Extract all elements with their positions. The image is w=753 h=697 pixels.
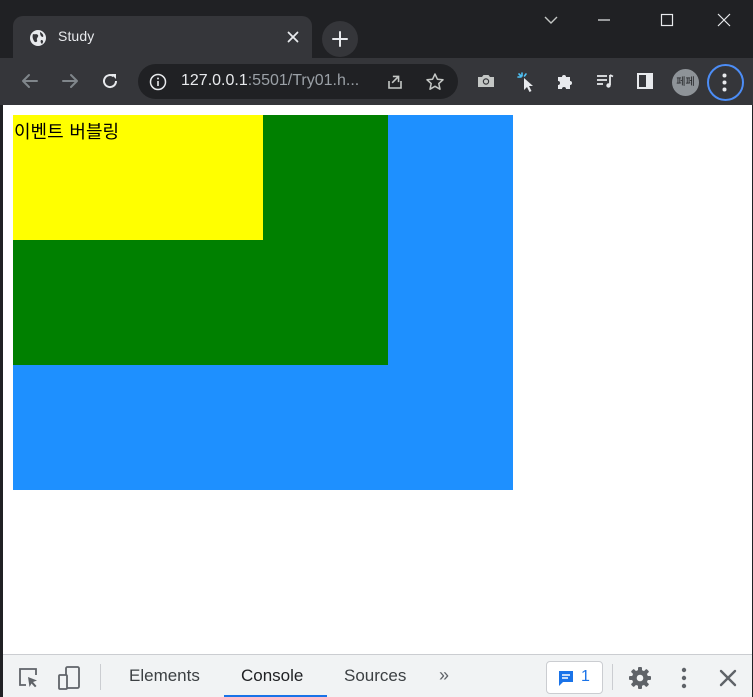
globe-icon <box>30 30 46 46</box>
close-window-button[interactable] <box>708 8 740 32</box>
devtools-bar: Elements Console Sources » 1 <box>3 654 752 697</box>
more-tabs-button[interactable]: » <box>439 665 449 686</box>
profile-avatar[interactable]: 페페 <box>672 69 699 96</box>
browser-window: Study 127.0.0.1:5501/Try01.h... 페페 이벤트 버… <box>0 0 753 697</box>
back-button[interactable] <box>15 66 45 96</box>
playlist-music-icon <box>597 74 614 88</box>
side-panel-button[interactable] <box>630 66 660 96</box>
middle-box[interactable]: 이벤트 버블링 <box>13 115 388 365</box>
tab-strip: Study <box>0 0 753 58</box>
camera-extension-button[interactable] <box>471 66 501 96</box>
issues-button[interactable]: 1 <box>546 661 603 694</box>
devtools-more-options-icon[interactable] <box>671 665 697 691</box>
kebab-menu-icon <box>722 73 727 92</box>
info-icon[interactable] <box>149 73 167 91</box>
close-devtools-icon[interactable] <box>715 665 741 691</box>
minimize-button[interactable] <box>588 8 620 32</box>
inspect-element-icon[interactable] <box>16 665 42 691</box>
browser-menu-button[interactable] <box>707 64 744 101</box>
forward-button[interactable] <box>55 66 85 96</box>
plus-icon <box>332 31 348 47</box>
side-panel-icon <box>637 73 653 89</box>
inner-box-text: 이벤트 버블링 <box>14 122 120 143</box>
address-bar[interactable]: 127.0.0.1:5501/Try01.h... <box>138 64 458 99</box>
browser-toolbar: 127.0.0.1:5501/Try01.h... 페페 <box>0 58 753 105</box>
extensions-button[interactable] <box>550 66 580 96</box>
tab-title: Study <box>58 28 95 44</box>
tab-close-icon[interactable] <box>285 29 301 45</box>
new-tab-button[interactable] <box>322 21 358 57</box>
message-icon <box>559 671 573 686</box>
camera-icon <box>478 75 494 87</box>
tab-search-button[interactable] <box>535 8 567 32</box>
outer-box[interactable]: 이벤트 버블링 <box>13 115 513 490</box>
url-path: :5501/Try01.h... <box>247 72 360 89</box>
cursor-click-icon <box>517 72 533 92</box>
page-viewport: 이벤트 버블링 <box>3 105 752 654</box>
maximize-button[interactable] <box>651 8 683 32</box>
arrow-left-icon <box>22 74 38 88</box>
reload-button[interactable] <box>95 66 125 96</box>
gear-icon[interactable] <box>627 665 653 691</box>
share-icon[interactable] <box>385 72 405 92</box>
media-control-button[interactable] <box>590 66 620 96</box>
puzzle-icon <box>558 75 572 89</box>
tab-sources[interactable]: Sources <box>344 666 406 686</box>
close-icon <box>717 13 731 27</box>
devtools-separator <box>100 664 101 690</box>
tab-elements[interactable]: Elements <box>129 666 200 686</box>
tab-console[interactable]: Console <box>241 666 303 686</box>
reload-icon <box>103 74 118 89</box>
url-host: 127.0.0.1 <box>181 72 248 89</box>
cursor-extension-button[interactable] <box>511 66 541 96</box>
arrow-right-icon <box>62 74 78 88</box>
star-icon[interactable] <box>425 72 445 92</box>
minimize-icon <box>598 19 610 21</box>
device-toolbar-icon[interactable] <box>57 665 83 691</box>
issues-count: 1 <box>581 668 590 685</box>
inner-box[interactable]: 이벤트 버블링 <box>13 115 263 240</box>
url-text[interactable]: 127.0.0.1:5501/Try01.h... <box>181 72 359 90</box>
maximize-icon <box>660 13 674 27</box>
chevron-down-icon <box>544 16 558 24</box>
tab-study[interactable]: Study <box>13 16 312 58</box>
devtools-separator <box>612 664 613 690</box>
